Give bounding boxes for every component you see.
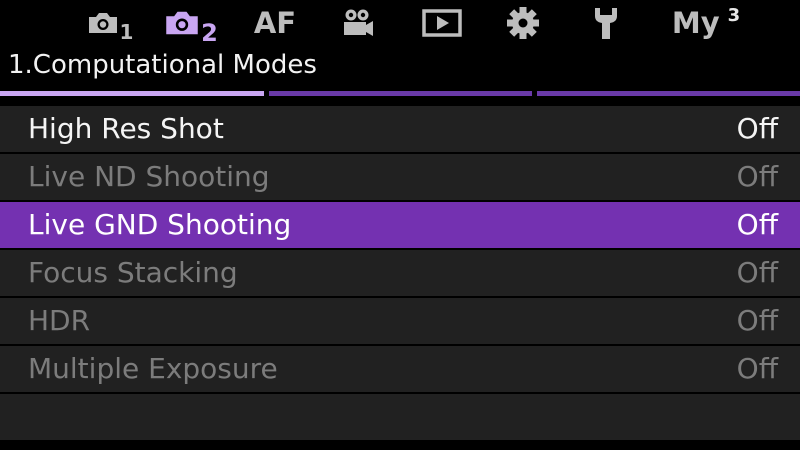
page-indicator-segment-2 [269, 91, 532, 96]
tab-setup[interactable] [586, 0, 626, 46]
menu-item-value: Off [736, 256, 778, 289]
menu-tab-bar: 1 2 AF My 3 [0, 0, 800, 46]
playback-icon [422, 9, 462, 37]
tab-subscript: 2 [201, 19, 218, 47]
wrench-icon [595, 8, 617, 39]
menu-item-label: Live GND Shooting [28, 208, 292, 241]
tab-af-label: AF [253, 5, 297, 40]
menu-item-label: High Res Shot [28, 112, 224, 145]
tab-playback[interactable] [418, 0, 466, 46]
page-title: 1.Computational Modes [8, 50, 317, 80]
menu-item-label: Focus Stacking [28, 256, 238, 289]
menu-item-live-nd-shooting[interactable]: Live ND Shooting Off [0, 154, 800, 200]
tab-video[interactable] [336, 0, 380, 46]
tab-shooting-1[interactable]: 1 [82, 0, 138, 46]
tab-af[interactable]: AF [248, 0, 302, 46]
menu-item-value: Off [736, 160, 778, 193]
menu-list: High Res Shot Off Live ND Shooting Off L… [0, 106, 800, 442]
tab-my-superscript: 3 [727, 5, 741, 26]
tab-shooting-2[interactable]: 2 [160, 0, 222, 46]
tab-my-menu[interactable]: My 3 [666, 0, 746, 46]
menu-item-multiple-exposure[interactable]: Multiple Exposure Off [0, 346, 800, 392]
menu-item-focus-stacking[interactable]: Focus Stacking Off [0, 250, 800, 296]
video-camera-icon [344, 9, 373, 36]
menu-item-label: HDR [28, 304, 91, 337]
tab-subscript: 1 [119, 20, 134, 44]
menu-item-value: Off [736, 304, 778, 337]
camera-icon [88, 13, 117, 33]
menu-item-label: Live ND Shooting [28, 160, 270, 193]
menu-item-live-gnd-shooting[interactable]: Live GND Shooting Off [0, 202, 800, 248]
menu-item-high-res-shot[interactable]: High Res Shot Off [0, 106, 800, 152]
menu-item-value: Off [736, 352, 778, 385]
menu-item-label: Multiple Exposure [28, 352, 278, 385]
menu-item-hdr[interactable]: HDR Off [0, 298, 800, 344]
tab-my-label: My [671, 5, 720, 40]
menu-item-value: Off [736, 112, 778, 145]
camera-icon [166, 11, 198, 35]
page-indicator [0, 91, 800, 97]
tab-custom[interactable] [500, 0, 546, 46]
menu-item-empty [0, 394, 800, 440]
menu-item-value: Off [736, 208, 778, 241]
page-indicator-segment-3 [537, 91, 800, 96]
page-indicator-segment-1 [0, 91, 264, 96]
gear-icon [507, 7, 539, 39]
